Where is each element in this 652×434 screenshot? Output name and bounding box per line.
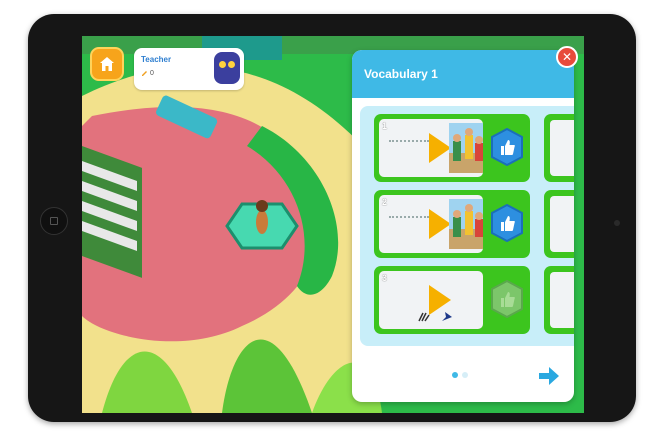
thumbs-up-badge-icon	[491, 204, 523, 242]
scene-thumbnail-icon	[449, 199, 483, 249]
avatar-eye-right	[228, 61, 235, 68]
send-icon	[442, 312, 452, 321]
panel-title: Vocabulary 1	[364, 67, 438, 81]
thumbs-up-locked-badge-icon	[491, 280, 523, 318]
game-screen: Teacher 0 Vocabulary 1 1 2 3 ✕	[82, 36, 584, 413]
panel-header: Vocabulary 1	[352, 50, 574, 98]
divider	[389, 216, 429, 220]
close-icon: ✕	[561, 50, 573, 64]
next-page-button[interactable]	[538, 366, 560, 386]
profile-score: 0	[141, 70, 154, 77]
lesson-list[interactable]: 1 2 3	[360, 106, 574, 346]
divider	[389, 140, 429, 144]
lesson-card-3[interactable]: 3	[374, 266, 530, 334]
page-dot-active[interactable]	[452, 372, 458, 378]
device-home-button[interactable]	[40, 207, 68, 235]
avatar	[214, 52, 240, 84]
page-indicator	[452, 372, 468, 378]
profile-score-value: 0	[150, 70, 154, 77]
page-dot[interactable]	[462, 372, 468, 378]
next-column-card[interactable]	[544, 266, 574, 334]
lesson-number: 1	[382, 121, 388, 131]
lesson-thumbnail: 1	[379, 119, 483, 177]
close-button[interactable]: ✕	[556, 46, 578, 68]
microphone-icon	[418, 312, 430, 322]
home-icon	[100, 57, 114, 71]
lesson-card-1[interactable]: 1	[374, 114, 530, 182]
lesson-number: 2	[382, 197, 388, 207]
scene-thumbnail-icon	[449, 123, 483, 173]
lesson-thumbnail: 2	[379, 195, 483, 253]
play-icon	[429, 133, 451, 163]
device-camera	[614, 220, 620, 226]
lesson-number: 3	[382, 273, 388, 283]
next-column-card[interactable]	[544, 190, 574, 258]
home-button[interactable]	[90, 47, 124, 81]
thumbs-up-badge-icon	[491, 128, 523, 166]
play-icon	[429, 209, 451, 239]
vocabulary-panel: Vocabulary 1 1 2 3	[352, 50, 574, 402]
pencil-icon	[142, 71, 147, 76]
profile-card[interactable]: Teacher 0	[134, 48, 244, 90]
next-column-card[interactable]	[544, 114, 574, 182]
profile-name: Teacher	[141, 55, 172, 64]
lesson-card-2[interactable]: 2	[374, 190, 530, 258]
avatar-eye-left	[219, 61, 226, 68]
lesson-thumbnail: 3	[379, 271, 483, 329]
